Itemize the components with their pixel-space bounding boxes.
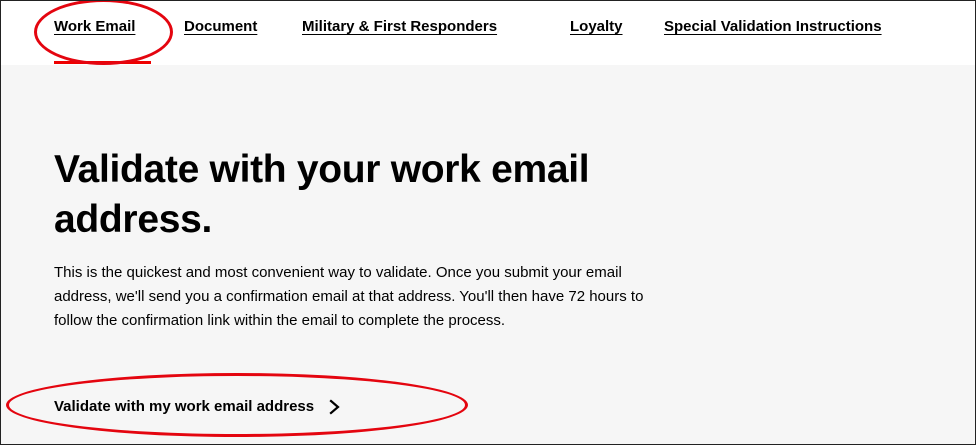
tab-military-first-responders[interactable]: Military & First Responders [302,18,497,35]
tab-special-validation-instructions[interactable]: Special Validation Instructions [664,18,882,35]
validation-description: This is the quickest and most convenient… [54,264,644,329]
tab-work-email[interactable]: Work Email [54,18,135,35]
validate-work-email-label: Validate with my work email address [54,398,315,415]
tab-loyalty[interactable]: Loyalty [570,18,623,35]
page-title: Validate with your work email address. [54,148,590,241]
chevron-right-icon [329,398,340,415]
work-email-panel: Validate with your work email address. T… [1,65,975,444]
page-frame: Work Email Document Military & First Res… [0,0,976,445]
validate-work-email-link[interactable]: Validate with my work email address [54,398,342,415]
tab-document[interactable]: Document [184,18,257,35]
active-tab-indicator [54,61,151,64]
validation-tab-bar: Work Email Document Military & First Res… [1,1,975,65]
